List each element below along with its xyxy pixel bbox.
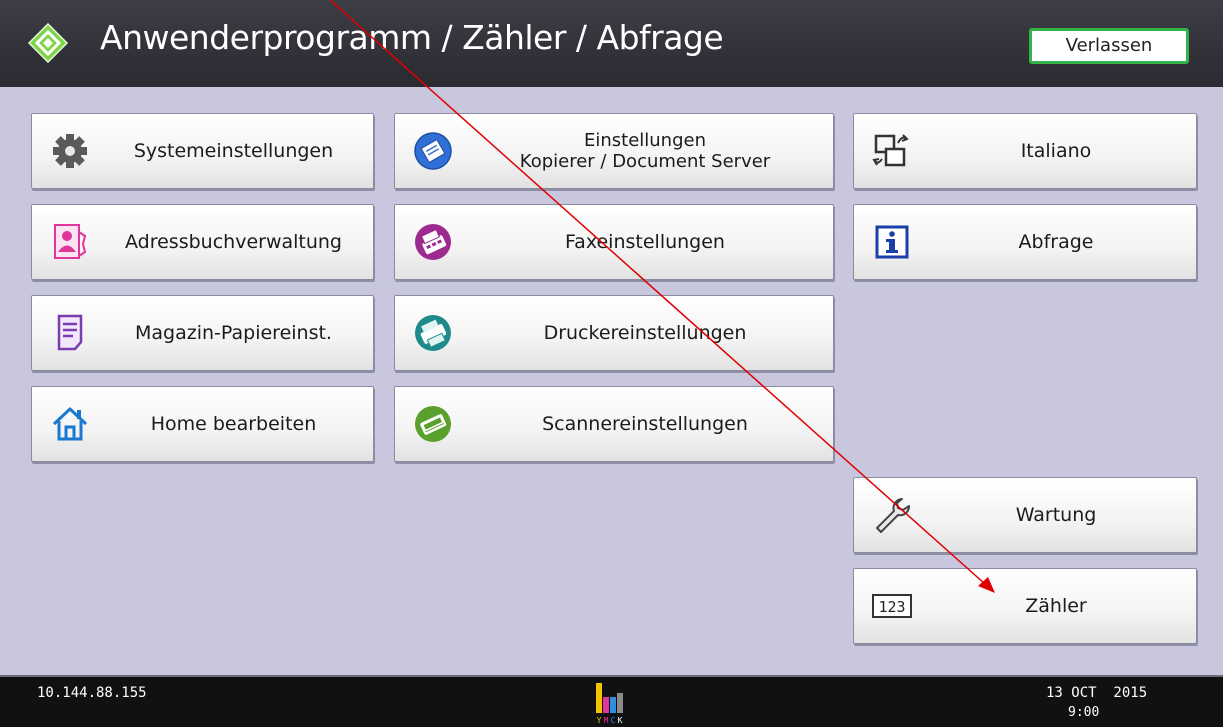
maintenance-label: Wartung: [1015, 504, 1097, 526]
copier-document-server-settings-button[interactable]: Einstellungen Kopierer / Document Server: [394, 113, 834, 189]
fax-settings-button[interactable]: Faxeinstellungen: [394, 204, 834, 280]
scanner-settings-label: Scannereinstellungen: [542, 413, 748, 435]
address-book-button[interactable]: Adressbuchverwaltung: [31, 204, 374, 280]
status-time: 9:00: [1068, 705, 1100, 720]
fax-settings-label: Faxeinstellungen: [565, 231, 725, 253]
scanner-icon: [415, 406, 451, 442]
address-book-icon: [54, 224, 87, 259]
toner-label-k: K: [618, 716, 623, 725]
language-label: Italiano: [1020, 140, 1092, 162]
inquiry-label: Abfrage: [1018, 231, 1094, 253]
printer-settings-button[interactable]: Druckereinstellungen: [394, 295, 834, 371]
status-bar: 10.144.88.155 Y M C K 13 OCT 2015 9:00: [0, 675, 1223, 727]
language-switch-icon: [872, 134, 909, 167]
wrench-icon: [876, 498, 911, 533]
system-settings-label: Systemeinstellungen: [133, 140, 334, 162]
counter-button[interactable]: 123 Zähler: [853, 568, 1197, 644]
copier-settings-label: Einstellungen Kopierer / Document Server: [465, 130, 825, 172]
printer-icon: [415, 315, 451, 351]
printer-settings-label: Druckereinstellungen: [543, 322, 747, 344]
tray-paper-settings-label: Magazin-Papiereinst.: [135, 322, 332, 344]
tray-paper-settings-button[interactable]: Magazin-Papiereinst.: [31, 295, 374, 371]
language-button[interactable]: Italiano: [853, 113, 1197, 189]
counter-123-icon: 123: [872, 594, 912, 618]
info-icon: [875, 225, 909, 259]
edit-home-button[interactable]: Home bearbeiten: [31, 386, 374, 462]
fax-icon: [415, 224, 451, 260]
address-book-label: Adressbuchverwaltung: [125, 231, 342, 253]
maintenance-button[interactable]: Wartung: [853, 477, 1197, 553]
toner-label-y: Y: [597, 716, 602, 725]
title-bar: Anwenderprogramm / Zähler / Abfrage Verl…: [0, 0, 1223, 87]
copier-icon: [414, 132, 452, 170]
copier-settings-label-line1: Einstellungen: [583, 130, 707, 151]
copier-settings-label-line2: Kopierer / Document Server: [519, 151, 771, 172]
page-title: Anwenderprogramm / Zähler / Abfrage: [100, 18, 724, 57]
scanner-settings-button[interactable]: Scannereinstellungen: [394, 386, 834, 462]
counter-label: Zähler: [1025, 595, 1087, 617]
exit-button[interactable]: Verlassen: [1029, 28, 1189, 64]
ip-address: 10.144.88.155: [37, 685, 147, 701]
user-tools-logo-icon: [28, 23, 68, 63]
system-settings-button[interactable]: Systemeinstellungen: [31, 113, 374, 189]
toner-label-m: M: [604, 716, 609, 725]
home-icon: [52, 407, 88, 441]
gear-icon: [53, 134, 87, 168]
inquiry-button[interactable]: Abfrage: [853, 204, 1197, 280]
toner-level-icon: Y M C K: [596, 683, 623, 725]
edit-home-label: Home bearbeiten: [150, 413, 317, 435]
status-date: 13 OCT 2015: [1046, 685, 1148, 701]
toner-label-c: C: [611, 716, 616, 725]
paper-tray-icon: [57, 314, 83, 351]
counter-icon-text: 123: [878, 598, 905, 616]
